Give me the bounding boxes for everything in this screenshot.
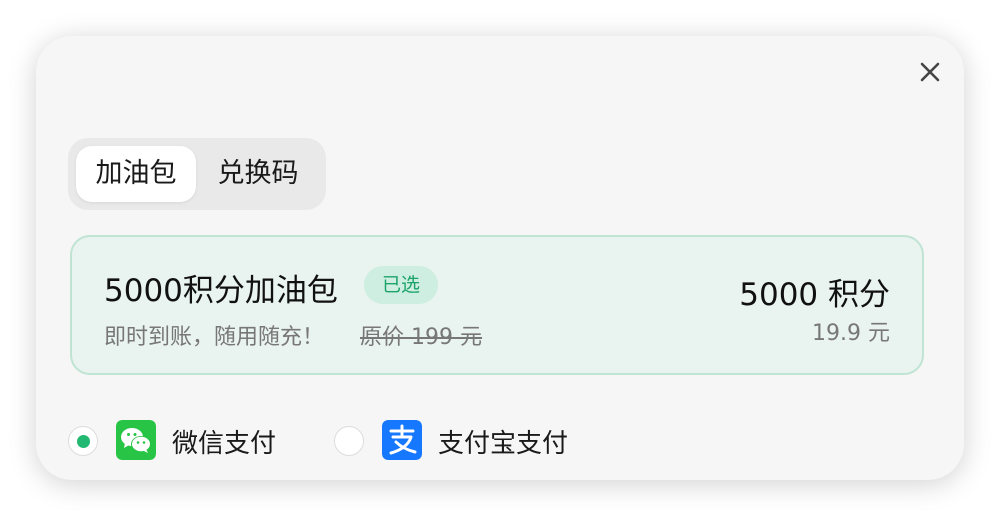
- close-icon: [920, 62, 940, 82]
- package-name: 5000积分加油包: [104, 273, 338, 309]
- package-description: 即时到账，随用随充！: [104, 325, 325, 350]
- close-button[interactable]: [914, 56, 946, 88]
- original-price: 原价 199 元: [360, 325, 482, 350]
- wechat-icon: [116, 420, 156, 460]
- radio-selected-dot: [77, 435, 90, 448]
- recharge-dialog: 加油包 兑换码 5000积分加油包 已选 即时到账，随用随充！ 原价 199 元…: [36, 36, 964, 480]
- alipay-label: 支付宝支付: [438, 429, 569, 459]
- tab-redeem-code[interactable]: 兑换码: [198, 146, 318, 202]
- tab-fuel-pack[interactable]: 加油包: [76, 146, 196, 202]
- alipay-icon: [382, 420, 422, 460]
- package-card[interactable]: 5000积分加油包 已选 即时到账，随用随充！ 原价 199 元 5000 积分…: [70, 235, 924, 375]
- package-points: 5000 积分: [739, 277, 890, 313]
- payment-option-wechat[interactable]: 微信支付: [68, 420, 296, 464]
- payment-option-alipay[interactable]: 支付宝支付: [334, 420, 594, 464]
- selected-badge: 已选: [364, 266, 438, 304]
- radio-alipay[interactable]: [334, 426, 364, 456]
- radio-wechat[interactable]: [68, 426, 98, 456]
- tab-bar: 加油包 兑换码: [68, 138, 326, 210]
- package-price: 19.9 元: [812, 321, 890, 346]
- wechat-pay-label: 微信支付: [172, 429, 277, 459]
